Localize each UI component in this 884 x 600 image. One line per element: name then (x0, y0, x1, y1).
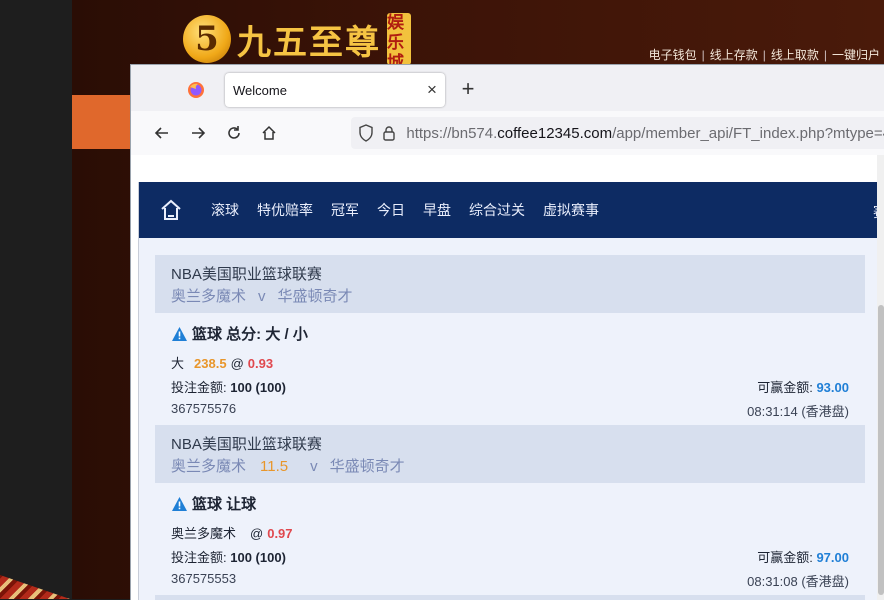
nav-early[interactable]: 早盘 (423, 200, 451, 220)
url-domain: coffee12345.com (497, 124, 613, 142)
selection-odds: 0.97 (267, 526, 293, 541)
away-team: 华盛顿奇才 (277, 288, 353, 305)
forward-arrow-icon[interactable] (185, 120, 211, 146)
selection-name: 奥兰多魔术 (171, 526, 237, 541)
stake-value: 100 (100) (230, 550, 286, 565)
page-viewport: 滚球 特优赔率 冠军 今日 早盘 综合过关 虚拟赛事 赛果 NBA美国职业篮球联… (131, 155, 884, 600)
back-arrow-icon[interactable] (149, 120, 175, 146)
firefox-icon[interactable] (187, 81, 205, 99)
win-label: 可赢金额: (757, 380, 813, 395)
background-orange-block (72, 95, 132, 149)
bet-selection: 奥兰多魔术 @0.97 (171, 523, 293, 542)
logo-text: 九五至尊 (237, 22, 381, 63)
bet-type-label: 篮球 总分: 大 / 小 (192, 326, 308, 343)
nav-best-odds[interactable]: 特优赔率 (257, 200, 313, 220)
away-team: 华盛顿奇才 (329, 458, 405, 475)
lock-icon[interactable] (382, 123, 397, 143)
site-nav-bar: 滚球 特优赔率 冠军 今日 早盘 综合过关 虚拟赛事 赛果 (139, 182, 884, 238)
selection-line: 238.5 (194, 356, 227, 371)
warning-icon (172, 496, 187, 511)
bet-type: 篮球 总分: 大 / 小 (171, 323, 308, 344)
tab-welcome[interactable]: Welcome × (225, 73, 445, 107)
nav-parlay[interactable]: 综合过关 (469, 200, 525, 220)
win-row: 可赢金额: 97.00 (757, 547, 849, 566)
nav-virtual[interactable]: 虚拟赛事 (543, 200, 599, 220)
win-row: 可赢金额: 93.00 (757, 377, 849, 396)
bet-header: NBA美国职业篮球联赛 奥兰多魔术 v 华盛顿奇才 (155, 255, 865, 313)
selection-name: 大 (171, 356, 185, 371)
bet-type-label: 篮球 让球 (192, 496, 257, 513)
browser-window: Welcome × + https://bn574.coffee12345.co… (130, 64, 884, 600)
navigation-toolbar: https://bn574.coffee12345.com/app/member… (131, 111, 884, 155)
home-icon[interactable] (256, 120, 282, 146)
stake-row: 投注金额: 100 (100) (171, 377, 286, 396)
bet-time: 08:31:14 (香港盘) (747, 404, 849, 419)
shield-icon[interactable] (357, 123, 376, 143)
league-name: NBA美国职业篮球联赛 (171, 436, 322, 453)
bet-header (155, 595, 865, 600)
link-deposit[interactable]: 线上存款 (710, 48, 758, 62)
url-bar[interactable]: https://bn574.coffee12345.com/app/member… (351, 117, 884, 149)
new-tab-button[interactable]: + (457, 78, 479, 100)
handicap-value: 11.5 (260, 458, 289, 475)
match-teams: 奥兰多魔术 v 华盛顿奇才 (171, 285, 353, 306)
at-symbol: @ (230, 356, 244, 371)
win-value: 97.00 (816, 550, 849, 565)
logo-badge: 5 (183, 15, 231, 63)
stake-value: 100 (100) (230, 380, 286, 395)
desktop-left-strip (0, 0, 72, 599)
nav-today[interactable]: 今日 (377, 200, 405, 220)
home-icon[interactable] (159, 198, 183, 222)
ticket-number: 367575576 (171, 401, 237, 416)
win-value: 93.00 (816, 380, 849, 395)
bet-header: NBA美国职业篮球联赛 奥兰多魔术 11.5 v 华盛顿奇才 (155, 425, 865, 483)
bet-selection: 大 238.5 @0.93 (171, 353, 273, 372)
link-one-click-transfer[interactable]: 一键归户 (832, 48, 880, 62)
at-symbol: @ (250, 526, 264, 541)
close-icon[interactable]: × (419, 80, 445, 100)
scrollbar-thumb[interactable] (878, 305, 884, 595)
stake-label: 投注金额: (171, 380, 227, 395)
vs-label: v (310, 458, 318, 475)
home-team: 奥兰多魔术 (171, 288, 247, 305)
url-path: /app/member_api/FT_index.php?mtype=4 (612, 124, 884, 142)
nav-champion[interactable]: 冠军 (331, 200, 359, 220)
logo-side-tag: 娱乐城 (387, 13, 411, 65)
bet-time: 08:31:08 (香港盘) (747, 574, 849, 589)
url-text: https://bn574.coffee12345.com/app/member… (406, 125, 884, 142)
betting-frame: 滚球 特优赔率 冠军 今日 早盘 综合过关 虚拟赛事 赛果 NBA美国职业篮球联… (138, 182, 884, 600)
stake-row: 投注金额: 100 (100) (171, 547, 286, 566)
scrollbar[interactable] (877, 155, 884, 600)
stake-label: 投注金额: (171, 550, 227, 565)
match-teams: 奥兰多魔术 11.5 v 华盛顿奇才 (171, 455, 405, 476)
bet-type: 篮球 让球 (171, 493, 256, 514)
selection-odds: 0.93 (247, 356, 274, 371)
ticket-number: 367575553 (171, 571, 237, 586)
url-scheme: https://bn574. (406, 124, 498, 142)
top-links: 电子钱包 | 线上存款 | 线上取款 | 一键归户 (648, 48, 880, 62)
win-label: 可赢金额: (757, 550, 813, 565)
tab-bar: Welcome × + (131, 65, 884, 111)
warning-icon (172, 326, 187, 341)
link-e-wallet[interactable]: 电子钱包 (649, 48, 697, 62)
vs-label: v (258, 288, 266, 305)
tab-title: Welcome (233, 82, 287, 98)
link-withdraw[interactable]: 线上取款 (771, 48, 819, 62)
site-logo[interactable]: 5 九五至尊 娱乐城 (183, 12, 411, 66)
home-team: 奥兰多魔术 (171, 458, 247, 475)
nav-live[interactable]: 滚球 (211, 200, 239, 220)
league-name: NBA美国职业篮球联赛 (171, 266, 322, 283)
reload-icon[interactable] (221, 120, 247, 146)
